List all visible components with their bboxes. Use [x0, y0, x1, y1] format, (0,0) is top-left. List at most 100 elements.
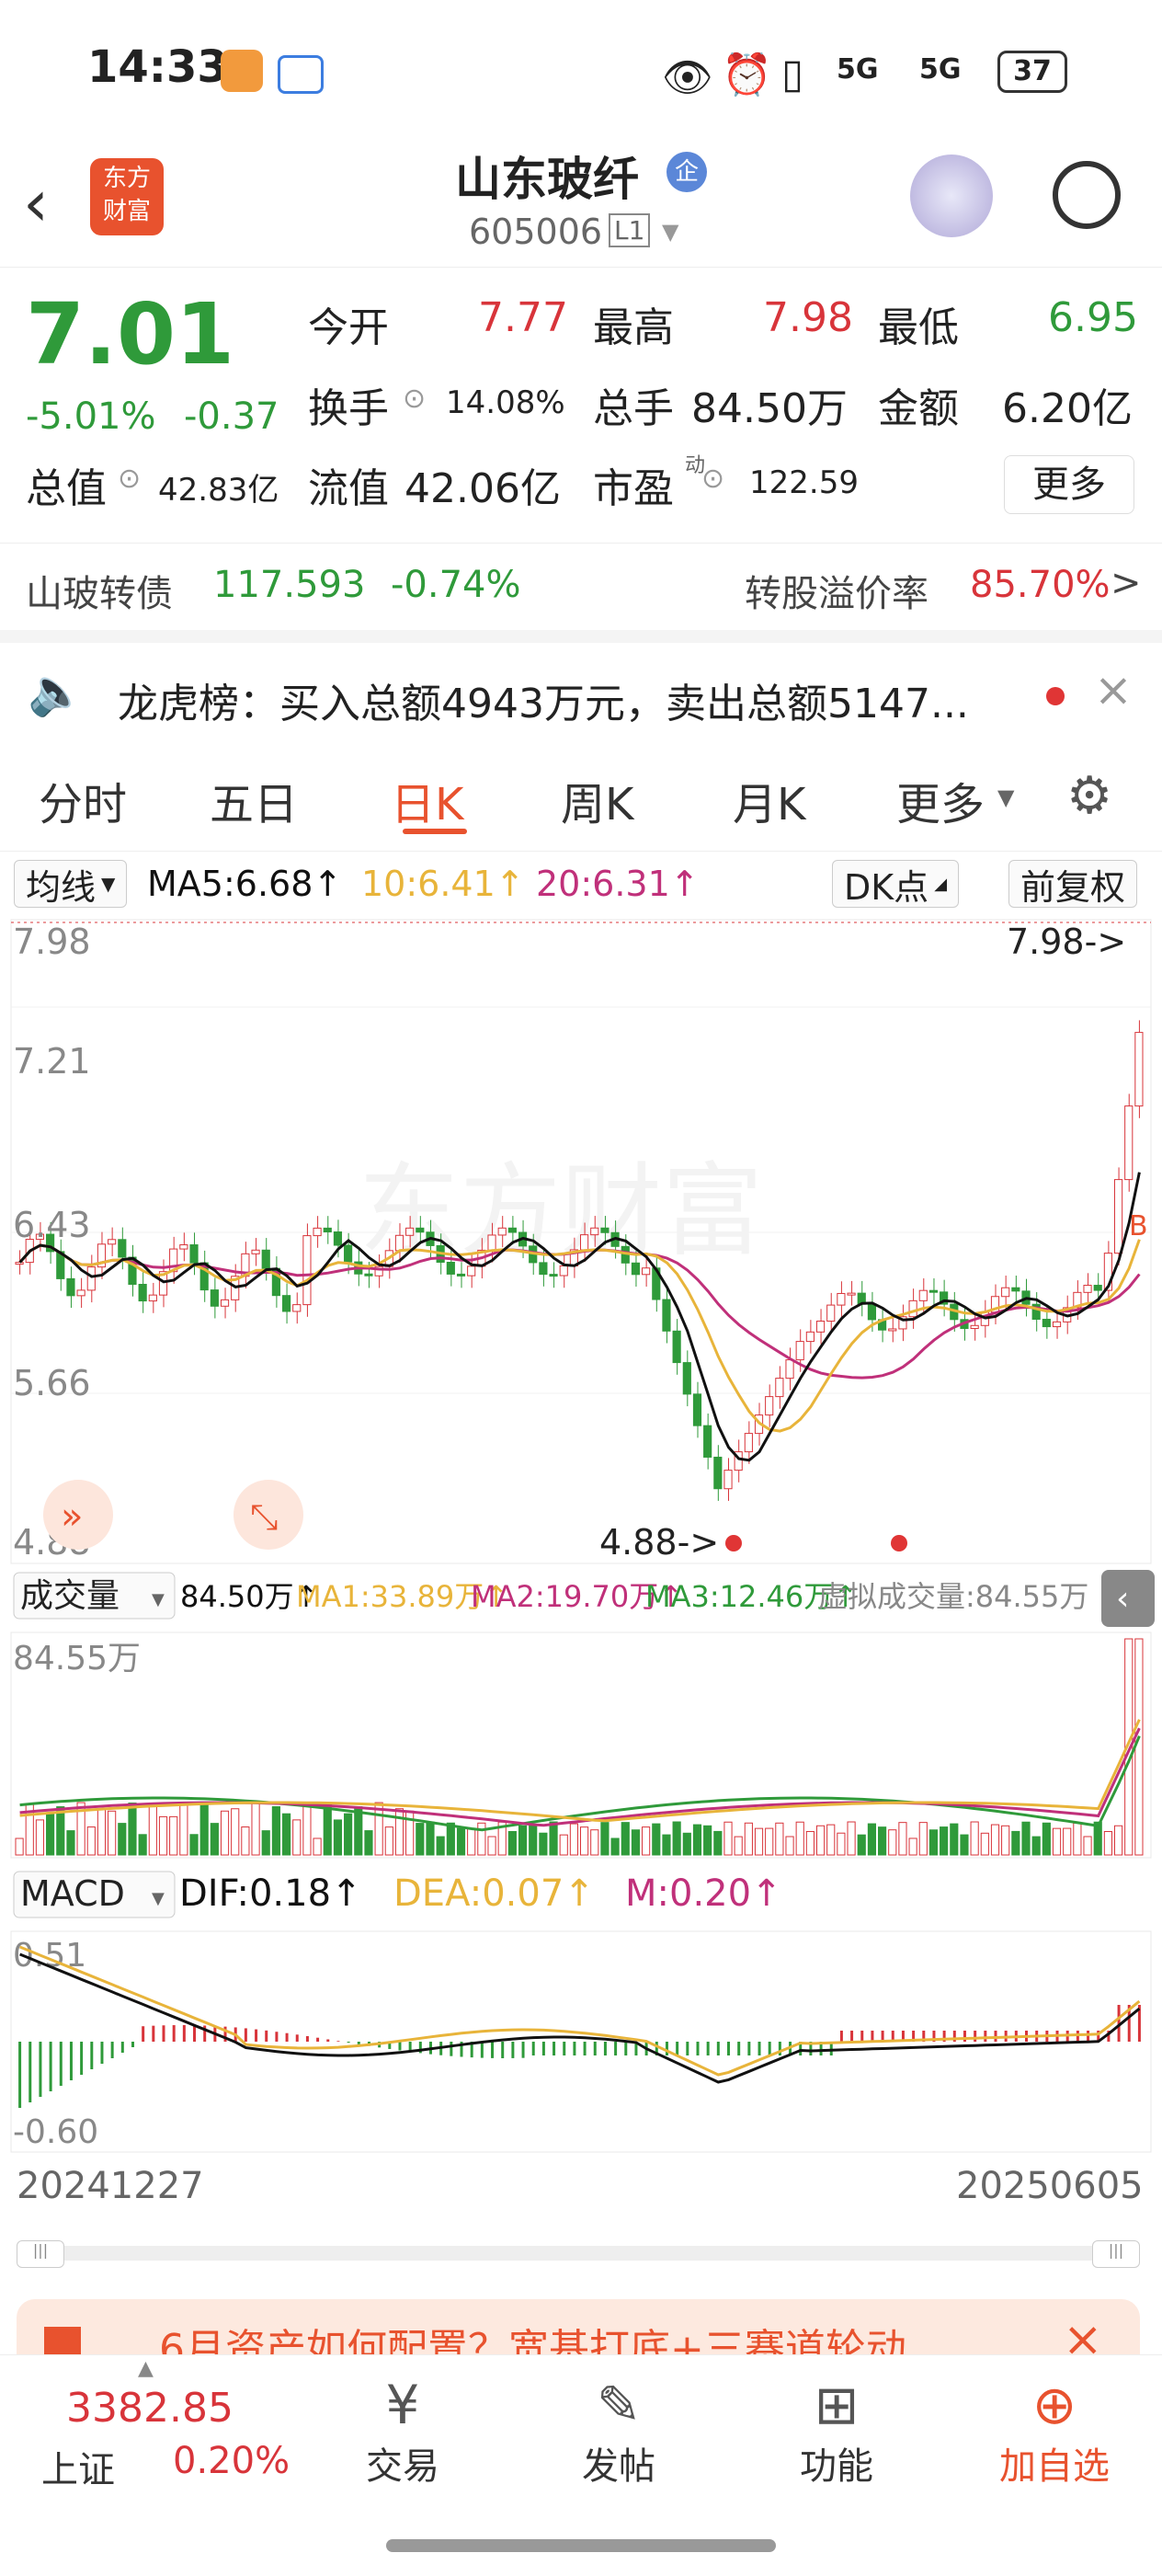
candle-body [1093, 1285, 1102, 1291]
info-icon[interactable]: ⊙ [701, 463, 724, 495]
candle-body [446, 1262, 455, 1275]
volume-bar [394, 1808, 404, 1856]
tab-weekly-k[interactable]: 周K [561, 768, 633, 832]
scroll-handle-right[interactable]: ||| [1092, 2240, 1140, 2268]
gear-icon[interactable]: ⚙ [1066, 766, 1112, 826]
nav-post[interactable]: ✎ 发帖 [545, 2374, 692, 2490]
index-change[interactable]: 0.20% [173, 2440, 290, 2482]
app-notification-icon [221, 50, 263, 92]
volume-bar [66, 1830, 75, 1856]
edit-icon: ✎ [596, 2374, 642, 2436]
quote-panel: 7.01 -5.01% -0.37 今开 7.77 最高 7.98 最低 6.9… [0, 267, 1162, 543]
nav-functions-label: 功能 [800, 2445, 873, 2488]
add-circle-icon: ⊕ [1031, 2374, 1077, 2436]
volume-bar [590, 1829, 599, 1856]
candle-body [662, 1299, 671, 1332]
candle-body [313, 1227, 322, 1237]
more-button[interactable]: 更多 [1004, 455, 1134, 514]
volume-bar [805, 1830, 815, 1856]
candle-body [908, 1299, 917, 1318]
index-name[interactable]: 上证 [41, 2440, 115, 2493]
volume-bar [189, 1834, 199, 1856]
volume-bar [384, 1826, 393, 1856]
volume-bar [467, 1827, 476, 1856]
candle-body [1042, 1318, 1051, 1328]
volume-bar [642, 1826, 651, 1856]
candle-body [631, 1262, 641, 1276]
home-indicator [386, 2539, 776, 2552]
nav-trade[interactable]: ¥ 交易 [329, 2374, 476, 2490]
logo-line-2: 财富 [102, 198, 151, 225]
volume-bar [35, 1819, 45, 1856]
expand-icon: ⤡ [250, 1496, 278, 1537]
volume-bar [477, 1822, 486, 1856]
back-button[interactable]: ‹ [23, 166, 49, 241]
candle-body [108, 1239, 117, 1245]
volume-bar [436, 1836, 445, 1856]
active-tab-indicator [403, 829, 467, 834]
info-icon[interactable]: ⊙ [118, 463, 141, 495]
enterprise-badge: 企 [666, 152, 707, 192]
volume-bar [1083, 1836, 1092, 1856]
ma5-value: MA5:6.68↑ [147, 864, 343, 904]
volume-bar [1063, 1827, 1072, 1856]
volume-bar [86, 1826, 96, 1856]
candle-body [815, 1321, 826, 1333]
convertible-bond-row[interactable]: 山玻转债 117.593 -0.74% 转股溢价率 85.70% > [0, 543, 1162, 626]
volume-bar [199, 1803, 209, 1856]
nav-add-watchlist[interactable]: ⊕ 加自选 [981, 2374, 1128, 2490]
volume-bar [549, 1821, 558, 1856]
candle-body [189, 1244, 199, 1264]
tab-daily-k[interactable]: 日K [391, 768, 463, 832]
dropdown-icon: ◢ [934, 874, 948, 894]
timeline-scrollbar[interactable]: ||| ||| [17, 2240, 1140, 2268]
stock-name: 山东玻纤 [455, 153, 639, 206]
tab-fenshi[interactable]: 分时 [39, 768, 127, 832]
candle-body [497, 1227, 507, 1236]
info-icon[interactable]: ⊙ [403, 383, 426, 415]
notice-bar[interactable]: 🔈 龙虎榜：买入总额4943万元，卖出总额5147... × [0, 630, 1162, 753]
chevron-right-icon: > [1111, 562, 1142, 604]
signal-dot [725, 1535, 742, 1551]
double-chevron-icon: » [61, 1495, 83, 1538]
dropdown-icon[interactable]: ▼ [662, 219, 678, 245]
candle-body [394, 1234, 404, 1252]
volume-bar [158, 1815, 168, 1856]
index-value[interactable]: 3382.85 [66, 2385, 234, 2432]
close-icon[interactable]: × [1094, 663, 1133, 716]
tab-more[interactable]: 更多 [896, 768, 985, 832]
volume-bar [241, 1826, 250, 1856]
nav-post-label: 发帖 [582, 2445, 655, 2488]
volume-bar [734, 1836, 743, 1856]
nav-add-watchlist-label: 加自选 [999, 2445, 1110, 2488]
volume-bar [426, 1821, 435, 1856]
candle-body [323, 1227, 332, 1233]
candle-body [251, 1249, 260, 1254]
dk-point-button[interactable]: DK点 ◢ [832, 860, 960, 908]
chevron-left-icon: ‹ [1116, 1580, 1129, 1618]
speaker-icon: 🔈 [28, 665, 85, 718]
nav-functions[interactable]: ⊞ 功能 [763, 2374, 910, 2490]
kline-chart-area[interactable]: 东方财富 7.98 7.21 6.43 5.66 4.88 7.98-> 4.8… [0, 915, 1162, 2230]
ma-selector[interactable]: 均线 ▼ [14, 860, 128, 908]
bond-name: 山玻转债 [26, 573, 173, 615]
volume-bar [15, 1838, 24, 1856]
volume-bar [169, 1815, 178, 1856]
adjust-button[interactable]: 前复权 [1008, 860, 1138, 908]
turnover-value: 14.08% [446, 384, 565, 421]
search-icon[interactable] [1053, 161, 1121, 229]
robot-assistant-icon[interactable] [910, 155, 993, 237]
volume-bar [231, 1808, 240, 1856]
tab-wuri[interactable]: 五日 [210, 768, 298, 832]
signal-dot [891, 1535, 907, 1551]
candle-body [744, 1433, 753, 1453]
candle-body [179, 1244, 188, 1250]
volume-bar [652, 1823, 661, 1856]
tab-monthly-k[interactable]: 月K [733, 768, 805, 832]
app-logo[interactable]: 东方 财富 [90, 158, 164, 235]
scroll-handle-left[interactable]: ||| [17, 2240, 64, 2268]
volume-bar [815, 1825, 826, 1856]
dea-value: DEA:0.07↑ [393, 1872, 595, 1915]
volume-bar [940, 1826, 949, 1856]
level-badge[interactable]: L1 [609, 213, 651, 247]
